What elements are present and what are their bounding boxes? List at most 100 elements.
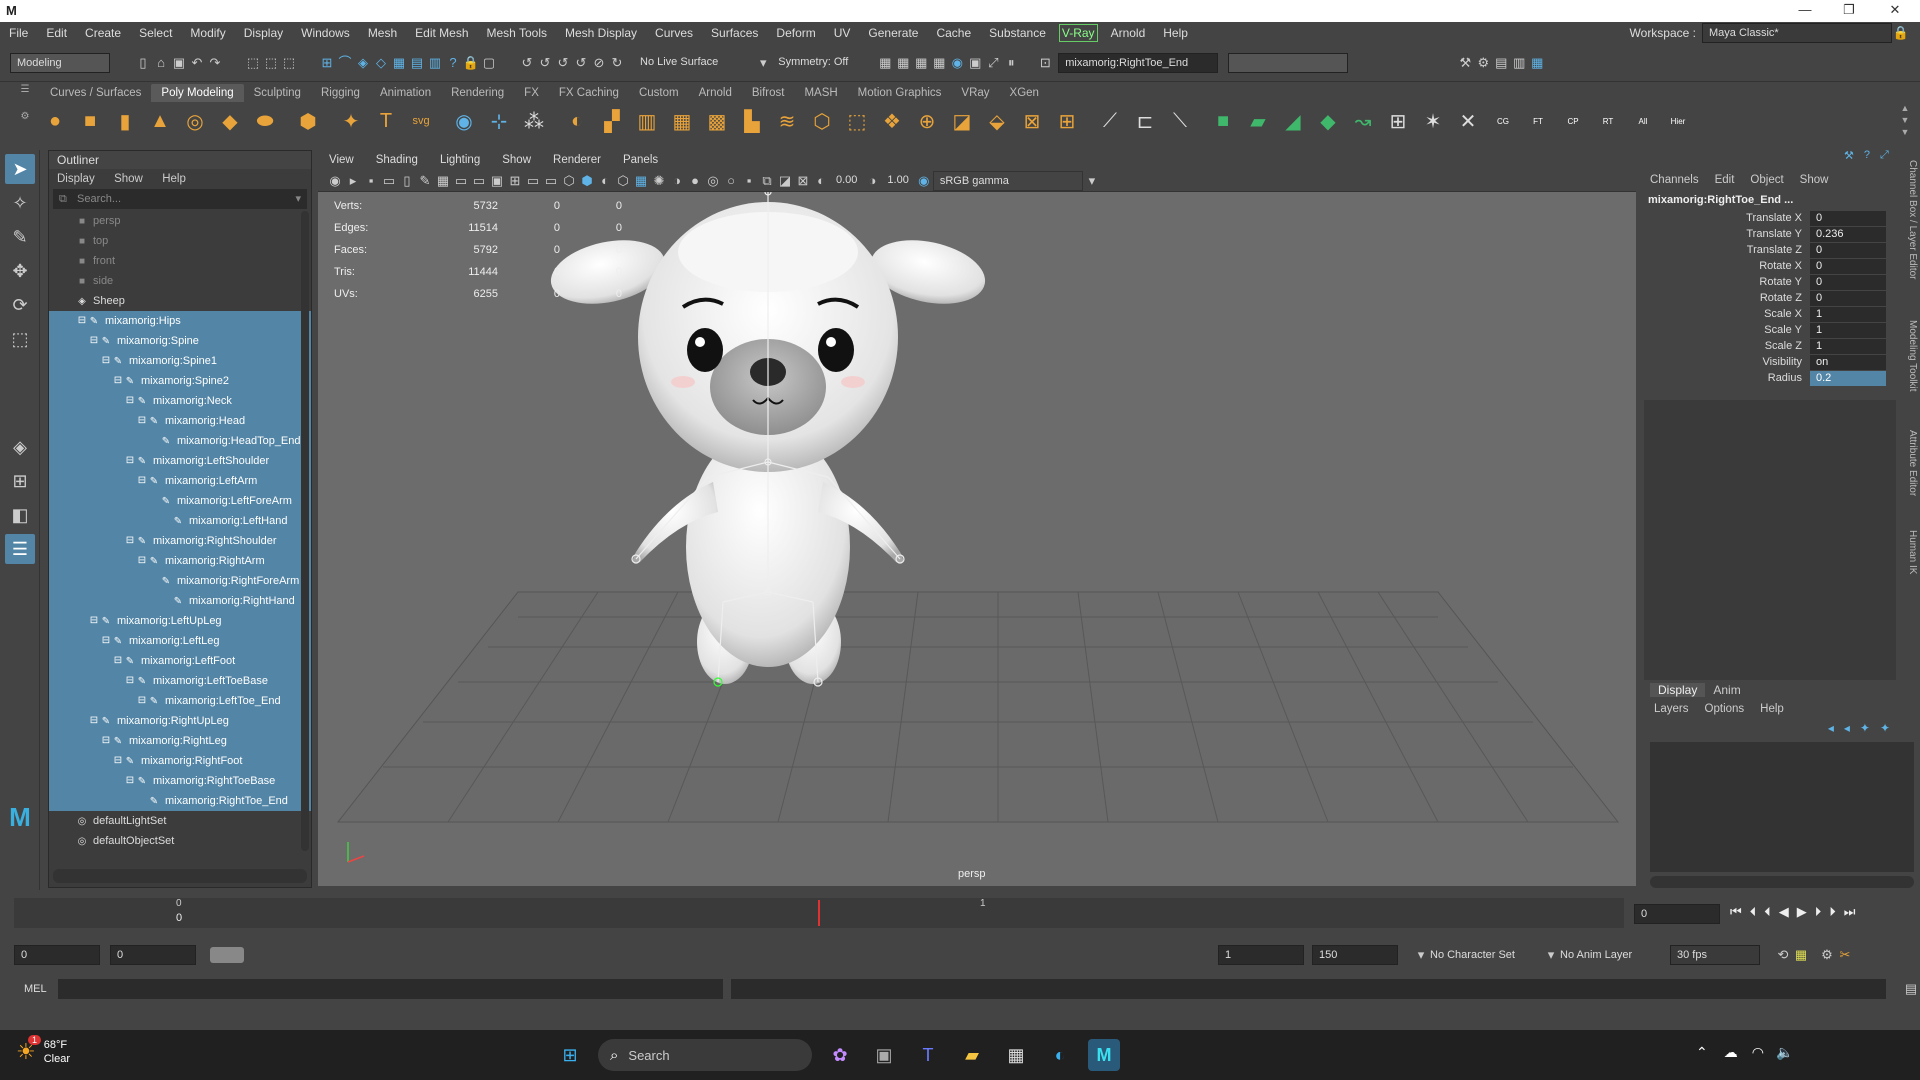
expand-toggle-icon[interactable]: ⊟ xyxy=(99,731,113,751)
menu-arnold[interactable]: Arnold xyxy=(1102,22,1155,44)
layer-tab-anim[interactable]: Anim xyxy=(1705,683,1748,697)
menu-generate[interactable]: Generate xyxy=(859,22,927,44)
step-forward-key-icon[interactable]: ⏵ xyxy=(1829,904,1836,920)
weather-widget[interactable]: ☀ 1 68°F Clear xyxy=(16,1035,70,1066)
layer-menu-layers[interactable]: Layers xyxy=(1654,703,1689,715)
outliner-item[interactable]: ✎ mixamorig:RightToe_End xyxy=(49,791,311,811)
image-plane-icon[interactable]: ▭ xyxy=(380,172,398,190)
snap-view-icon[interactable]: ◇ xyxy=(372,54,390,72)
safe-action-icon[interactable]: ▭ xyxy=(524,172,542,190)
channel-attribute-value[interactable]: 0 xyxy=(1810,274,1886,290)
isolate-select-icon[interactable]: ⧉ xyxy=(758,172,776,190)
outliner-item[interactable]: ⊟ ✎ mixamorig:Neck xyxy=(49,391,311,411)
snap-grid-icon[interactable]: ⊞ xyxy=(318,54,336,72)
rt-tool-icon[interactable]: RT xyxy=(1593,106,1623,136)
outliner-item[interactable]: ⊟ ✎ mixamorig:RightFoot xyxy=(49,751,311,771)
snap-surface-icon[interactable]: ▦ xyxy=(390,54,408,72)
tweak-icon[interactable]: ↻ xyxy=(608,54,626,72)
bridge-icon[interactable]: ▦ xyxy=(667,106,697,136)
shelf-scroll[interactable]: ▲ ▼ ▼ xyxy=(1898,102,1912,138)
toggle-tool-settings-icon[interactable]: ▤ xyxy=(1492,54,1510,72)
grid-icon[interactable]: ▦ xyxy=(434,172,452,190)
undo-icon[interactable]: ↶ xyxy=(188,54,206,72)
boolean-icon[interactable]: ◐ xyxy=(562,106,592,136)
construction-history-icon[interactable]: ↺ xyxy=(518,54,536,72)
input-output-icon[interactable]: ▢ xyxy=(480,54,498,72)
svg-tool-icon[interactable]: svg xyxy=(406,106,436,136)
single-pane-layout-icon[interactable]: ◈ xyxy=(5,432,35,462)
resolution-gate-icon[interactable]: ▭ xyxy=(470,172,488,190)
side-tab-channel-box[interactable]: Channel Box / Layer Editor xyxy=(1907,160,1918,280)
menu-edit-mesh[interactable]: Edit Mesh xyxy=(406,22,477,44)
channel-attribute-row[interactable]: Translate Z 0 xyxy=(1636,242,1886,258)
menu-create[interactable]: Create xyxy=(76,22,130,44)
shelf-tab-poly-modeling[interactable]: Poly Modeling xyxy=(151,84,244,102)
poke-icon[interactable]: ⬚ xyxy=(842,106,872,136)
layer-tab-display[interactable]: Display xyxy=(1650,683,1706,697)
symmetry-dropdown[interactable]: Symmetry: Off xyxy=(772,52,863,73)
shadows-icon[interactable]: ◑ xyxy=(668,172,686,190)
outliner-item[interactable]: ⊟ ✎ mixamorig:Hips xyxy=(49,311,311,331)
menu-mesh-tools[interactable]: Mesh Tools xyxy=(478,22,556,44)
use-all-lights-icon[interactable]: ✺ xyxy=(650,172,668,190)
wedge-icon[interactable]: ❖ xyxy=(877,106,907,136)
current-time-indicator[interactable] xyxy=(818,900,820,926)
edge-browser-icon[interactable]: ◐ xyxy=(1044,1039,1076,1071)
move-layer-down-icon[interactable]: ◂ xyxy=(1844,721,1850,735)
depth-of-field-icon[interactable]: ▪ xyxy=(740,172,758,190)
outliner-item[interactable]: ⊟ ✎ mixamorig:Spine xyxy=(49,331,311,351)
lock-snap-icon[interactable]: 🔒 xyxy=(462,54,480,72)
rotate-tool-icon[interactable]: ⟳ xyxy=(5,290,35,320)
menu-uv[interactable]: UV xyxy=(825,22,860,44)
select-hierarchy-icon[interactable]: ⬚ xyxy=(244,54,262,72)
menu-curves[interactable]: Curves xyxy=(646,22,702,44)
outliner-menu-display[interactable]: Display xyxy=(57,173,95,185)
chevron-down-icon[interactable]: ▾ xyxy=(295,189,301,209)
outliner-item[interactable]: ■ persp xyxy=(49,211,311,231)
extrude-icon[interactable]: ▙ xyxy=(737,106,767,136)
combine-icon[interactable]: ◉ xyxy=(449,106,479,136)
ambient-occlusion-icon[interactable]: ● xyxy=(686,172,704,190)
quick-search-field[interactable] xyxy=(1228,52,1349,73)
channel-attribute-row[interactable]: Scale Y 1 xyxy=(1636,322,1886,338)
shelf-tab-vray[interactable]: VRay xyxy=(951,84,999,102)
outliner-search-input[interactable]: ⧉ Search... ▾ xyxy=(53,189,307,209)
channel-attribute-row[interactable]: Translate X 0 xyxy=(1636,210,1886,226)
gamma-icon[interactable]: ◑ xyxy=(863,172,881,190)
menu-modify[interactable]: Modify xyxy=(181,22,234,44)
shelf-tab-custom[interactable]: Custom xyxy=(629,84,689,102)
outliner-item[interactable]: ⊟ ✎ mixamorig:Spine1 xyxy=(49,351,311,371)
outliner-item[interactable]: ◎ defaultObjectSet xyxy=(49,831,311,851)
auto-key-icon[interactable]: ▦ xyxy=(1792,946,1810,964)
onedrive-icon[interactable]: ☁ xyxy=(1724,1044,1738,1061)
expand-toggle-icon[interactable]: ⊟ xyxy=(135,691,149,711)
super-shape-icon[interactable]: ✦ xyxy=(336,106,366,136)
expand-toggle-icon[interactable]: ⊟ xyxy=(135,411,149,431)
color-management-icon[interactable]: ◉ xyxy=(915,172,933,190)
render-frame-icon[interactable]: ▦ xyxy=(894,54,912,72)
channel-attribute-value[interactable]: 1 xyxy=(1810,306,1886,322)
outliner-item[interactable]: ⊟ ✎ mixamorig:LeftFoot xyxy=(49,651,311,671)
shelf-tab-sculpting[interactable]: Sculpting xyxy=(244,84,311,102)
menu-windows[interactable]: Windows xyxy=(292,22,359,44)
save-scene-icon[interactable]: ▣ xyxy=(170,54,188,72)
gate-mask-icon[interactable]: ▣ xyxy=(488,172,506,190)
viewport-menu-shading[interactable]: Shading xyxy=(365,150,429,170)
side-tab-modeling-toolkit[interactable]: Modeling Toolkit xyxy=(1907,320,1918,392)
cut-icon[interactable]: ⊠ xyxy=(1017,106,1047,136)
render-settings-icon[interactable]: ▦ xyxy=(930,54,948,72)
channel-attribute-row[interactable]: Radius 0.2 xyxy=(1636,370,1886,386)
layer-list[interactable] xyxy=(1650,742,1914,872)
hypershade-icon[interactable]: ◉ xyxy=(948,54,966,72)
wireframe-on-shaded-icon[interactable]: ⬡ xyxy=(614,172,632,190)
channel-attribute-value[interactable]: on xyxy=(1810,354,1886,370)
toggle-outliner-icon[interactable]: ▦ xyxy=(1528,54,1546,72)
unfold-uv-icon[interactable]: ↝ xyxy=(1348,106,1378,136)
menu-deform[interactable]: Deform xyxy=(767,22,824,44)
menu-mesh-display[interactable]: Mesh Display xyxy=(556,22,646,44)
merge-icon[interactable]: ⊞ xyxy=(1052,106,1082,136)
channel-attribute-row[interactable]: Rotate X 0 xyxy=(1636,258,1886,274)
field-chart-icon[interactable]: ⊞ xyxy=(506,172,524,190)
planar-uv-icon[interactable]: ▰ xyxy=(1243,106,1273,136)
outliner-item[interactable]: ◈ Sheep xyxy=(49,291,311,311)
